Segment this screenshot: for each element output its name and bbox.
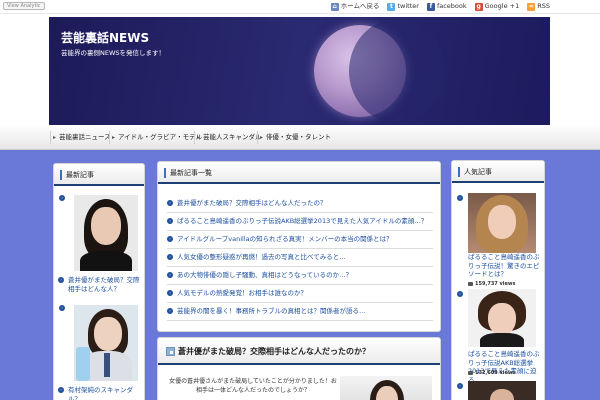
facebook-link-label: facebook <box>436 2 467 10</box>
popular-article-thumbnail[interactable] <box>468 381 536 400</box>
right-widget-header: 人気記事 <box>452 161 544 183</box>
view-count-value: 132,609 views <box>475 370 516 376</box>
popular-articles-widget: 人気記事 › ぱるること島崎遥香のぶりっ子伝説！驚きのエピソードとは？ 159,… <box>451 160 545 400</box>
latest-articles-list: › 蒼井優がまた破局？交際相手はどんな人だったの？ › ぱるること島崎遥香のぶりっ子… <box>167 195 433 321</box>
left-article-title: 有村架純のスキャンダル？ <box>68 386 133 400</box>
list-item[interactable]: › 芸能界の闇を暴く！事務所トラブルの真相とは？関係者が語る… <box>167 303 433 321</box>
popular-article-title[interactable]: ぱるること島崎遥香のぶりっ子伝説AKB総選挙2013で見えた素顔に迫る <box>468 350 542 384</box>
article-thumbnail[interactable] <box>74 195 138 271</box>
list-item[interactable]: › 人気モデルの熱愛発覚！お相手は誰なのか？ <box>167 285 433 303</box>
nav-item-idol-gravure-model[interactable]: アイドル・グラビア・モデル <box>109 131 207 144</box>
circle-arrow-icon: › <box>59 195 65 201</box>
home-link-label: ホームへ戻る <box>340 2 380 10</box>
list-item[interactable]: › あの大物俳優の隠し子騒動、真相はどうなっているのか…？ <box>167 267 433 285</box>
view-count-value: 159,737 views <box>475 281 516 287</box>
circle-arrow-icon: › <box>457 383 463 389</box>
rss-link[interactable]: ≈ RSS <box>527 1 550 12</box>
list-item-title: 芸能界の闇を暴く！事務所トラブルの真相とは？関係者が語る… <box>177 307 366 315</box>
article-icon <box>166 347 175 356</box>
circle-arrow-icon: › <box>167 200 173 206</box>
rss-icon: ≈ <box>527 2 536 11</box>
circle-arrow-icon: › <box>167 254 173 260</box>
top-utility-bar: View Analytic ⌂ ホームへ戻る t twitter f faceb… <box>0 0 600 14</box>
view-analytics-button[interactable]: View Analytic <box>3 2 45 10</box>
circle-arrow-icon: › <box>167 218 173 224</box>
article-lead: 女優の蒼井優さんがまた破局していたことが分かりました！お相手は一体どんな人だった… <box>169 378 337 394</box>
moon-shadow <box>349 19 445 123</box>
article-title[interactable]: 蒼井優がまた破局？交際相手はどんな人だったのか？ <box>178 347 370 356</box>
left-article-link[interactable]: › 蒼井優がまた破局？交際相手はどんな人？ <box>58 276 142 294</box>
list-item-title: 人気女優の整形疑惑が再燃！過去の写真と比べてみると… <box>177 253 346 261</box>
site-tagline: 芸能界の裏側NEWSを発信します！ <box>61 49 166 57</box>
article-image[interactable] <box>340 376 432 400</box>
article-thumbnail[interactable] <box>74 305 138 381</box>
site-banner[interactable]: 芸能裏話NEWS 芸能界の裏側NEWSを発信します！ <box>49 17 550 126</box>
left-widget-title: 最新記事 <box>60 170 94 180</box>
popular-article-title[interactable]: ぱるること島崎遥香のぶりっ子伝説！驚きのエピソードとは？ <box>468 253 542 279</box>
facebook-link[interactable]: f facebook <box>426 1 467 12</box>
left-widget-header: 最新記事 <box>54 164 144 186</box>
circle-arrow-icon: › <box>167 272 173 278</box>
social-links: ⌂ ホームへ戻る t twitter f facebook g Google +… <box>330 1 550 12</box>
view-count: 132,609 views <box>468 370 515 376</box>
google-plus-icon: g <box>474 2 483 11</box>
left-article-link[interactable]: › 有村架純のスキャンダル？ <box>58 386 142 400</box>
circle-arrow-icon: › <box>457 291 463 297</box>
left-sidebar-widget: 最新記事 › › 蒼井優がまた破局？交際相手はどんな人？ › › 有村架純のスキ… <box>53 163 145 400</box>
article-header: 蒼井優がまた破局？交際相手はどんな人だったのか？ <box>158 338 440 365</box>
circle-arrow-icon: › <box>457 195 463 201</box>
main-nav: 芸能裏話ニュース アイドル・グラビア・モデル 芸能人スキャンダル 俳優・女優・タ… <box>0 125 600 150</box>
site-title[interactable]: 芸能裏話NEWS <box>61 29 149 46</box>
main-widget-header: 最新記事一覧 <box>158 162 440 184</box>
views-icon <box>468 370 473 375</box>
list-item[interactable]: › ぱるること島崎遥香のぶりっ子伝説AKB総選挙2013で見えた人気アイドルの素顔… <box>167 213 433 231</box>
list-item-title: アイドルグループvanillaの知られざる真実！メンバーの本当の関係とは？ <box>177 235 393 243</box>
list-item-title: 人気モデルの熱愛発覚！お相手は誰なのか？ <box>177 289 307 297</box>
list-item-title: 蒼井優がまた破局？交際相手はどんな人だったの？ <box>177 199 327 207</box>
popular-article-thumbnail[interactable] <box>468 289 536 347</box>
circle-arrow-icon: › <box>58 277 64 283</box>
list-item[interactable]: › アイドルグループvanillaの知られざる真実！メンバーの本当の関係とは？ <box>167 231 433 249</box>
circle-arrow-icon: › <box>167 308 173 314</box>
views-icon <box>468 281 473 286</box>
circle-arrow-icon: › <box>167 236 173 242</box>
nav-item-scandal[interactable]: 芸能人スキャンダル <box>194 131 267 144</box>
circle-arrow-icon: › <box>167 290 173 296</box>
google-plus-link[interactable]: g Google +1 <box>474 1 520 12</box>
home-link[interactable]: ⌂ ホームへ戻る <box>330 1 380 12</box>
latest-articles-widget: 最新記事一覧 › 蒼井優がまた破局？交際相手はどんな人だったの？ › ぱるること島崎… <box>157 161 441 332</box>
right-widget-title: 人気記事 <box>458 167 492 177</box>
circle-arrow-icon: › <box>58 387 64 393</box>
nav-item-geinou-news[interactable]: 芸能裏話ニュース <box>50 131 116 144</box>
main-widget-title: 最新記事一覧 <box>164 168 212 178</box>
list-item-title: あの大物俳優の隠し子騒動、真相はどうなっているのか…？ <box>177 271 353 279</box>
list-item-title: ぱるること島崎遥香のぶりっ子伝説AKB総選挙2013で見えた人気アイドルの素顔…… <box>177 217 428 225</box>
list-item[interactable]: › 人気女優の整形疑惑が再燃！過去の写真と比べてみると… <box>167 249 433 267</box>
left-article-title: 蒼井優がまた破局？交際相手はどんな人？ <box>68 276 140 293</box>
rss-link-label: RSS <box>537 2 550 10</box>
circle-arrow-icon: › <box>59 305 65 311</box>
facebook-icon: f <box>426 2 435 11</box>
nav-item-actors[interactable]: 俳優・女優・タレント <box>257 131 336 144</box>
twitter-link-label: twitter <box>397 2 419 10</box>
home-icon: ⌂ <box>330 2 339 11</box>
popular-article-thumbnail[interactable] <box>468 193 536 253</box>
twitter-icon: t <box>387 2 396 11</box>
google-plus-link-label: Google +1 <box>484 2 520 10</box>
article-preview: 蒼井優がまた破局？交際相手はどんな人だったのか？ 女優の蒼井優さんがまた破局して… <box>157 337 441 400</box>
view-count: 159,737 views <box>468 281 515 287</box>
list-item[interactable]: › 蒼井優がまた破局？交際相手はどんな人だったの？ <box>167 195 433 213</box>
twitter-link[interactable]: t twitter <box>387 1 419 12</box>
